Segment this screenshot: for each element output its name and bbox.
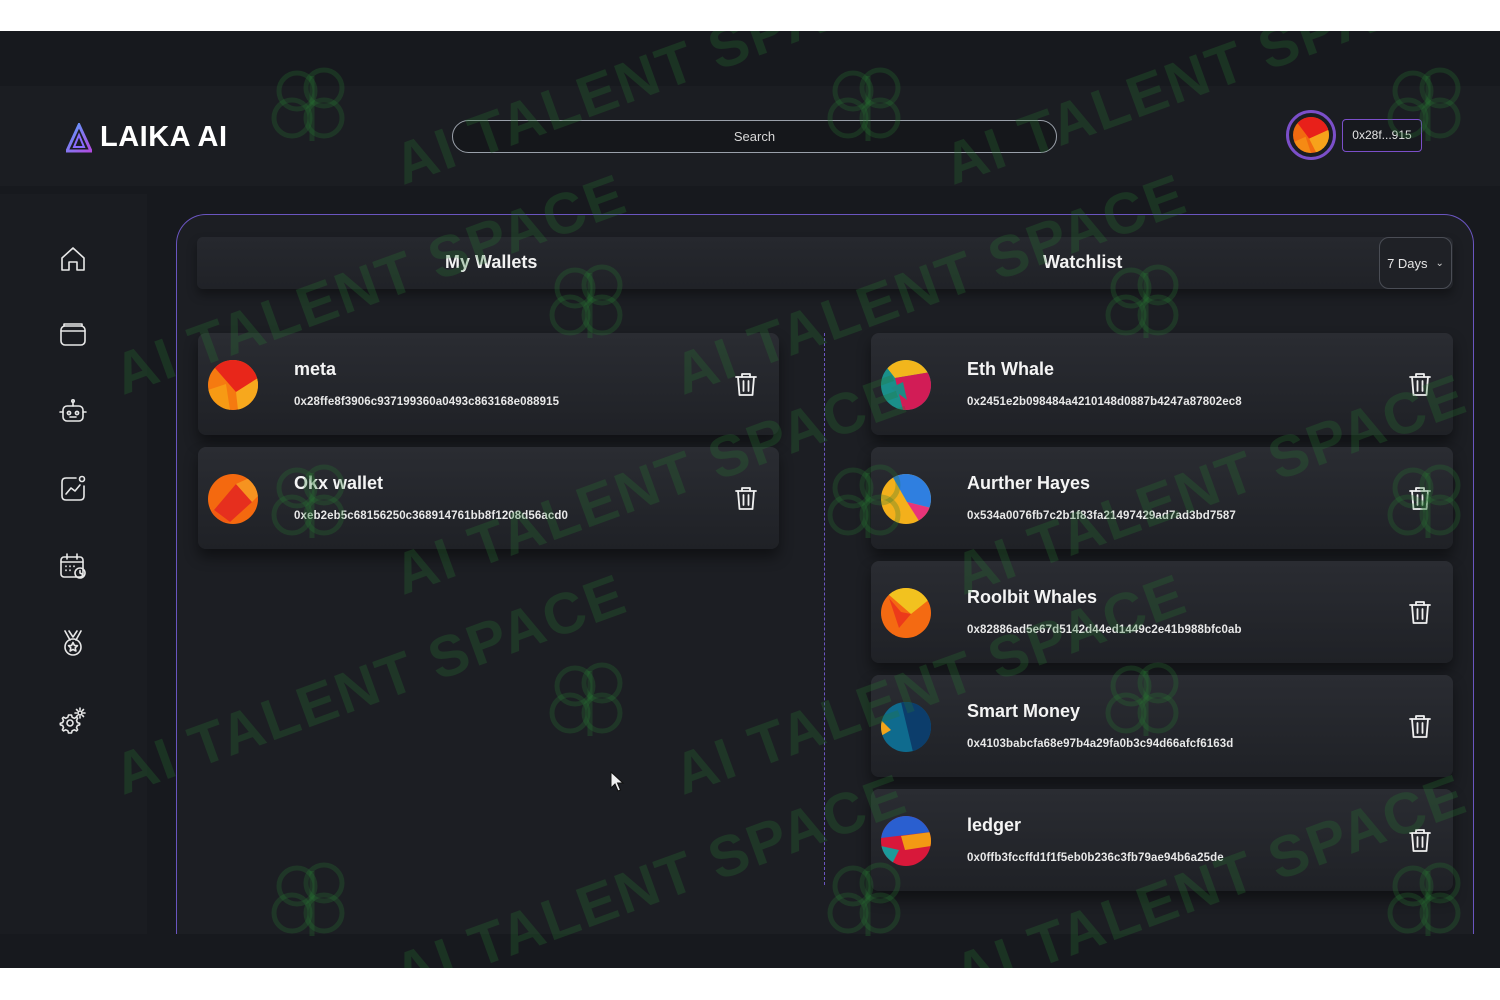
watchlist-name: Smart Money — [967, 701, 1081, 721]
wallet-name: Okx wallet — [294, 473, 384, 493]
delete-button[interactable] — [1407, 484, 1433, 512]
watchlist-address: 0x82886ad5e67d5142d44ed1449c2e41b988bfc0… — [967, 624, 1242, 636]
wallet-address-button[interactable]: 0x28f...915 — [1342, 119, 1422, 152]
period-dropdown[interactable]: 7 Days ⌄ — [1379, 237, 1452, 289]
settings-icon — [59, 707, 86, 734]
wallet-address-text: 0x28f...915 — [1352, 128, 1412, 142]
watchlist-avatar — [881, 474, 931, 524]
wallet-address: 0xeb2eb5c68156250c368914761bb8f1208d56ac… — [294, 510, 569, 522]
logo[interactable]: LAIKA AI — [66, 121, 228, 154]
trash-icon — [1409, 373, 1431, 396]
watchlist-name: Aurther Hayes — [967, 473, 1091, 493]
wallet-avatar — [208, 474, 258, 524]
trash-icon — [735, 487, 757, 510]
delete-button[interactable] — [1407, 712, 1433, 740]
watchlist-name: ledger — [967, 815, 1022, 835]
sidebar-item-rewards[interactable] — [56, 626, 90, 660]
sidebar-item-calendar[interactable] — [56, 549, 90, 583]
delete-button[interactable] — [733, 370, 759, 398]
calendar-icon — [60, 553, 86, 579]
watchlist-card[interactable]: Eth Whale 0x2451e2b098484a4210148d0887b4… — [871, 333, 1453, 435]
wallet-icon — [60, 323, 86, 346]
trash-icon — [1409, 829, 1431, 852]
panel-header: My Wallets Watchlist 7 Days ⌄ — [197, 237, 1453, 289]
trash-icon — [735, 373, 757, 396]
top-header: LAIKA AI Search 0x28f...915 — [0, 86, 1500, 186]
search-placeholder: Search — [733, 129, 776, 144]
watchlist-name: Roolbit Whales — [967, 587, 1097, 607]
sidebar-item-home[interactable] — [56, 242, 90, 276]
my-wallets-title: My Wallets — [445, 252, 538, 272]
main-panel: My Wallets Watchlist 7 Days ⌄ meta 0x28f… — [176, 214, 1474, 934]
wallet-name: meta — [294, 359, 337, 379]
wallet-address: 0x28ffe8f3906c937199360a0493c863168e0889… — [294, 396, 560, 408]
chevron-down-icon: ⌄ — [1435, 257, 1444, 269]
medal-icon — [64, 630, 82, 656]
wallet-card[interactable]: Okx wallet 0xeb2eb5c68156250c368914761bb… — [198, 447, 779, 549]
watchlist-card[interactable]: Roolbit Whales 0x82886ad5e67d5142d44ed14… — [871, 561, 1453, 663]
home-icon — [61, 247, 85, 271]
sidebar-item-analytics[interactable] — [56, 472, 90, 506]
watchlist-address: 0x2451e2b098484a4210148d0887b4247a87802e… — [967, 396, 1242, 408]
delete-button[interactable] — [1407, 598, 1433, 626]
sidebar — [0, 194, 147, 934]
watchlist-name: Eth Whale — [967, 359, 1055, 379]
sidebar-item-settings[interactable] — [56, 703, 90, 737]
trash-icon — [1409, 715, 1431, 738]
watchlist-avatar — [881, 360, 931, 410]
wallet-card[interactable]: meta 0x28ffe8f3906c937199360a0493c863168… — [198, 333, 779, 435]
wallet-avatar — [208, 360, 258, 410]
watchlist-address: 0x534a0076fb7c2b1f83fa21497429ad7ad3bd75… — [967, 510, 1236, 522]
analytics-icon — [61, 475, 86, 501]
watchlist-avatar — [881, 816, 931, 866]
app-window: LAIKA AI Search 0x28f...915 My Wallets W… — [0, 31, 1500, 968]
robot-icon — [59, 398, 87, 422]
period-selected-value: 7 Days — [1387, 255, 1428, 271]
watchlist-title: Watchlist — [1043, 252, 1123, 272]
trash-icon — [1409, 601, 1431, 624]
sidebar-item-robot[interactable] — [56, 395, 90, 429]
avatar-image — [1293, 117, 1329, 153]
search-input[interactable]: Search — [452, 120, 1057, 153]
watchlist-avatar — [881, 588, 931, 638]
column-divider — [824, 333, 825, 885]
mouse-cursor-icon — [610, 771, 625, 792]
watchlist-address: 0x4103babcfa68e97b4a29fa0b3c94d66afcf616… — [967, 738, 1234, 750]
laika-logo-icon — [66, 122, 92, 152]
watchlist-card[interactable]: ledger 0x0ffb3fccffd1f1f5eb0b236c3fb79ae… — [871, 789, 1453, 891]
trash-icon — [1409, 487, 1431, 510]
watchlist-card[interactable]: Aurther Hayes 0x534a0076fb7c2b1f83fa2149… — [871, 447, 1453, 549]
watchlist-avatar — [881, 702, 931, 752]
brand-name: LAIKA AI — [100, 121, 228, 153]
delete-button[interactable] — [1407, 370, 1433, 398]
watchlist-address: 0x0ffb3fccffd1f1f5eb0b236c3fb79ae94b6a25… — [967, 852, 1224, 864]
sidebar-item-wallet[interactable] — [56, 318, 90, 352]
user-avatar[interactable] — [1286, 110, 1336, 160]
watchlist-card[interactable]: Smart Money 0x4103babcfa68e97b4a29fa0b3c… — [871, 675, 1453, 777]
delete-button[interactable] — [733, 484, 759, 512]
delete-button[interactable] — [1407, 826, 1433, 854]
